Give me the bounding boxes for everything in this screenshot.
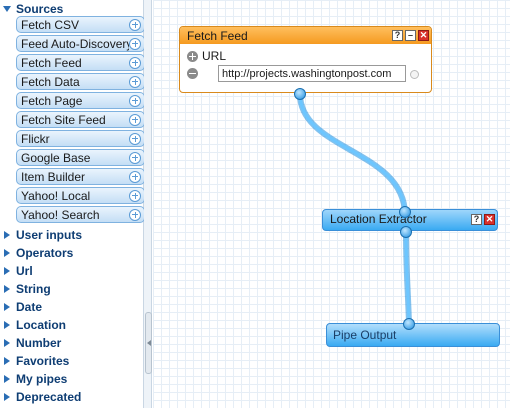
module-feed-auto-discovery[interactable]: Feed Auto-Discovery [16, 35, 145, 52]
category-number[interactable]: Number [0, 334, 144, 352]
add-module-icon[interactable] [129, 208, 141, 221]
category-label: Deprecated [16, 390, 82, 404]
splitter-arrow-icon [146, 340, 151, 346]
module-item-builder[interactable]: Item Builder [16, 168, 145, 185]
category-string[interactable]: String [0, 280, 144, 298]
category-label: Sources [16, 2, 64, 16]
category-label: Url [16, 264, 33, 278]
expand-triangle-icon [4, 267, 10, 275]
fetch-feed-output-terminal[interactable] [294, 88, 306, 100]
module-yahoo-search[interactable]: Yahoo! Search [16, 206, 145, 223]
help-icon[interactable]: ? [471, 213, 482, 225]
module-label: Fetch Site Feed [21, 112, 106, 127]
add-module-icon[interactable] [129, 94, 141, 107]
module-fetch-site-feed[interactable]: Fetch Site Feed [16, 111, 145, 128]
module-flickr[interactable]: Flickr [16, 130, 145, 147]
module-yahoo-local[interactable]: Yahoo! Local [16, 187, 145, 204]
module-fetch-feed[interactable]: Fetch Feed [16, 54, 145, 71]
pipes-editor: Sources Fetch CSV Feed Auto-Discovery Fe… [0, 0, 510, 408]
category-label: Favorites [16, 354, 70, 368]
close-icon[interactable]: ✕ [418, 30, 429, 41]
module-label: Fetch Feed [21, 55, 82, 70]
category-user-inputs[interactable]: User inputs [0, 226, 144, 244]
category-favorites[interactable]: Favorites [0, 352, 144, 370]
category-label: Number [16, 336, 62, 350]
fetch-feed-module[interactable]: Fetch Feed ? – ✕ URL [179, 26, 432, 93]
module-title: Fetch Feed [187, 28, 248, 43]
expand-triangle-icon [4, 231, 10, 239]
url-input-terminal[interactable] [410, 70, 419, 79]
add-field-icon[interactable] [187, 50, 198, 62]
add-module-icon[interactable] [129, 170, 141, 183]
expand-triangle-icon [4, 249, 10, 257]
url-field-header: URL [187, 49, 226, 63]
module-google-base[interactable]: Google Base [16, 149, 145, 166]
module-label: Yahoo! Search [21, 207, 100, 222]
location-extractor-input-terminal[interactable] [399, 206, 411, 218]
remove-field-icon[interactable] [187, 68, 198, 79]
module-fetch-page[interactable]: Fetch Page [16, 92, 145, 109]
module-label: Feed Auto-Discovery [21, 36, 129, 51]
add-module-icon[interactable] [129, 132, 141, 145]
category-label: Location [16, 318, 66, 332]
expand-triangle-icon [4, 393, 10, 401]
category-label: Date [16, 300, 43, 314]
module-label: Yahoo! Local [21, 188, 91, 203]
module-fetch-data[interactable]: Fetch Data [16, 73, 145, 90]
category-date[interactable]: Date [0, 298, 144, 316]
add-module-icon[interactable] [129, 37, 141, 50]
url-field-row [187, 68, 198, 79]
expand-triangle-icon [4, 285, 10, 293]
module-label: Fetch Data [21, 74, 80, 89]
category-location[interactable]: Location [0, 316, 144, 334]
category-url[interactable]: Url [0, 262, 144, 280]
category-label: Operators [16, 246, 74, 260]
category-operators[interactable]: Operators [0, 244, 144, 262]
category-label: String [16, 282, 51, 296]
collapse-triangle-icon [3, 6, 11, 12]
category-deprecated[interactable]: Deprecated [0, 388, 144, 406]
expand-triangle-icon [4, 375, 10, 383]
url-input[interactable] [218, 65, 406, 82]
location-extractor-output-terminal[interactable] [400, 226, 412, 238]
module-label: Google Base [21, 150, 91, 165]
category-label: User inputs [16, 228, 83, 242]
fetch-feed-titlebar[interactable]: Fetch Feed ? – ✕ [180, 27, 431, 44]
pipe-output-input-terminal[interactable] [403, 318, 415, 330]
add-module-icon[interactable] [129, 75, 141, 88]
minimize-icon[interactable]: – [405, 30, 416, 41]
module-fetch-csv[interactable]: Fetch CSV [16, 16, 145, 33]
add-module-icon[interactable] [129, 189, 141, 202]
add-module-icon[interactable] [129, 18, 141, 31]
add-module-icon[interactable] [129, 113, 141, 126]
category-label: My pipes [16, 372, 68, 386]
sidebar-splitter[interactable] [144, 0, 152, 408]
expand-triangle-icon [4, 303, 10, 311]
module-label: Fetch Page [21, 93, 83, 108]
url-label: URL [202, 49, 227, 63]
module-title: Pipe Output [333, 328, 397, 342]
add-module-icon[interactable] [129, 56, 141, 69]
module-label: Flickr [21, 131, 50, 146]
expand-triangle-icon [4, 357, 10, 365]
close-icon[interactable]: ✕ [484, 213, 495, 225]
splitter-handle[interactable] [145, 312, 152, 374]
category-my-pipes[interactable]: My pipes [0, 370, 144, 388]
help-icon[interactable]: ? [392, 30, 403, 41]
module-library-sidebar: Sources Fetch CSV Feed Auto-Discovery Fe… [0, 0, 145, 408]
module-label: Fetch CSV [21, 17, 80, 32]
module-label: Item Builder [21, 169, 86, 184]
expand-triangle-icon [4, 339, 10, 347]
add-module-icon[interactable] [129, 151, 141, 164]
expand-triangle-icon [4, 321, 10, 329]
